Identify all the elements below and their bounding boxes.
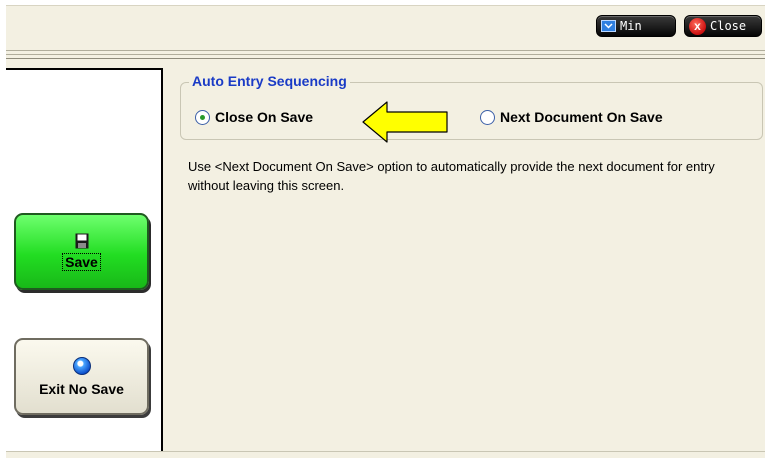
blue-orb-icon	[72, 356, 91, 375]
radio-selected-icon	[195, 109, 210, 125]
close-on-save-radio[interactable]: Close On Save	[195, 109, 313, 125]
header-divider	[6, 58, 765, 59]
header-divider	[6, 50, 765, 51]
group-title: Auto Entry Sequencing	[189, 73, 350, 89]
action-sidebar: Save Exit No Save	[6, 68, 163, 451]
close-icon: x	[689, 17, 706, 35]
close-button[interactable]: x Close	[684, 15, 762, 37]
minimize-icon	[601, 20, 616, 32]
minimize-button[interactable]: Min	[596, 15, 676, 37]
next-document-on-save-label: Next Document On Save	[500, 109, 663, 125]
auto-entry-sequencing-group: Auto Entry Sequencing Close On Save Next…	[180, 73, 763, 140]
minimize-label: Min	[620, 19, 642, 33]
floppy-disk-icon	[75, 233, 88, 248]
yellow-arrow-icon	[362, 101, 448, 143]
bottom-divider	[6, 451, 765, 452]
save-button-label: Save	[62, 252, 101, 271]
close-on-save-label: Close On Save	[215, 109, 314, 125]
save-button[interactable]: Save	[14, 213, 149, 290]
exit-button-label: Exit No Save	[39, 380, 124, 397]
close-label: Close	[710, 19, 747, 33]
header-divider	[6, 54, 765, 55]
radio-unselected-icon	[480, 109, 495, 125]
help-text: Use <Next Document On Save> option to au…	[188, 159, 715, 193]
title-bar: Min x Close	[6, 6, 765, 46]
exit-no-save-button[interactable]: Exit No Save	[14, 338, 149, 415]
app-window: Min x Close Save Exit No Save Auto Entry…	[6, 5, 765, 458]
next-document-on-save-radio[interactable]: Next Document On Save	[480, 109, 663, 125]
